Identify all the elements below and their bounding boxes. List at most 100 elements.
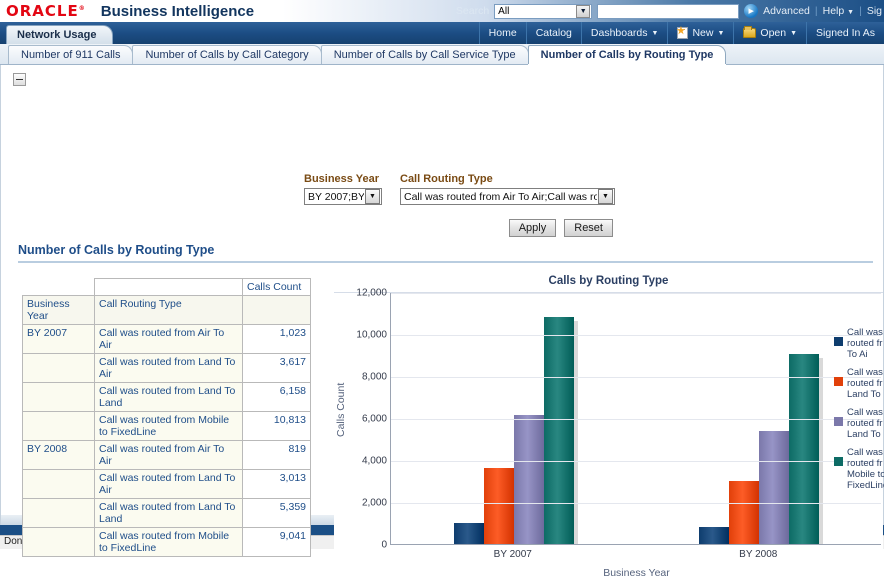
dashboard-page-tab[interactable]: Network Usage <box>6 25 114 44</box>
sign-out-link[interactable]: Sig <box>867 5 882 17</box>
search-input[interactable] <box>597 3 740 19</box>
chart-gridline <box>391 419 881 420</box>
chart-x-tick: BY 2008 <box>739 549 778 560</box>
cell-business-year: BY 2007 <box>22 324 95 354</box>
cell-calls-count: 9,041 <box>242 527 311 557</box>
chart-bar-shadow <box>818 358 823 544</box>
chart-title: Calls by Routing Type <box>548 275 669 287</box>
page-title: Number of Calls by Routing Type <box>18 243 215 257</box>
chevron-down-icon: ▼ <box>847 9 855 16</box>
chart-bar[interactable] <box>728 480 763 544</box>
search-scope-value: All <box>498 5 510 17</box>
cell-business-year <box>22 353 95 383</box>
new-document-icon <box>677 27 689 39</box>
cell-calls-count: 3,617 <box>242 353 311 383</box>
chart-legend-item[interactable]: Call wasrouted frMobile toFixedLine <box>834 447 884 491</box>
chart-bar[interactable] <box>453 522 488 544</box>
nav-signed-in-as[interactable]: Signed In As <box>807 22 884 44</box>
nav-new[interactable]: New ▼ <box>668 22 735 44</box>
chart-bar[interactable] <box>788 354 823 544</box>
chart-x-tick: BY 2007 <box>493 549 532 560</box>
cell-routing-type: Call was routed from Land To Air <box>94 353 243 383</box>
cell-routing-type: Call was routed from Air To Air <box>94 324 243 354</box>
cell-business-year <box>22 382 95 412</box>
nav-dashboards[interactable]: Dashboards ▼ <box>582 22 669 44</box>
chart-bar[interactable] <box>543 316 578 544</box>
prompt-call-routing-type: Call Routing Type Call was routed from A… <box>400 173 615 205</box>
business-year-select[interactable]: BY 2007;BY 20 ▼ <box>304 188 382 205</box>
chevron-down-icon[interactable]: ▼ <box>365 189 380 204</box>
nav-open[interactable]: Open ▼ <box>734 22 808 44</box>
advanced-link[interactable]: Advanced <box>763 5 810 17</box>
cell-calls-count: 6,158 <box>242 382 311 412</box>
minus-icon <box>16 79 23 80</box>
global-nav-links: Home Catalog Dashboards ▼ New ▼ Open ▼ Sign… <box>478 22 884 44</box>
chart-bar[interactable] <box>513 414 548 544</box>
search-scope-select[interactable]: All ▼ <box>494 3 593 19</box>
chart-legend-label: Call wasrouted fr AirTo Ai <box>847 327 884 360</box>
prompt-panel: Business Year BY 2007;BY 20 ▼ Call Routi… <box>304 173 615 237</box>
chart-bar[interactable] <box>698 526 733 544</box>
oracle-logo: ORACLE® <box>0 2 85 20</box>
trademark-mark: ® <box>78 5 85 12</box>
cell-business-year <box>22 498 95 528</box>
chevron-down-icon: ▼ <box>717 29 725 37</box>
global-nav-bar: Network Usage Home Catalog Dashboards ▼ N… <box>0 22 884 44</box>
call-routing-type-select[interactable]: Call was routed from Air To Air;Call was… <box>400 188 615 205</box>
tab-calls-by-call-service-type[interactable]: Number of Calls by Call Service Type <box>320 45 529 64</box>
collapse-section-toggle[interactable] <box>13 73 26 86</box>
chart-y-tick: 6,000 <box>361 413 387 425</box>
chart-legend-swatch <box>834 417 843 426</box>
corner-blank-cell-2 <box>94 278 243 296</box>
product-title: Business Intelligence <box>100 2 255 20</box>
business-year-value: BY 2007;BY 20 <box>308 190 364 203</box>
pivot-table: Calls Count Business Year Call Routing T… <box>22 278 311 557</box>
table-header-row-dims: Business Year Call Routing Type <box>22 295 311 325</box>
chart-y-tick: 10,000 <box>356 329 387 341</box>
tab-number-of-911-calls[interactable]: Number of 911 Calls <box>8 45 134 64</box>
application-header: ORACLE® Business Intelligence Search All… <box>0 0 884 22</box>
chart-legend-swatch <box>834 457 843 466</box>
reset-button[interactable]: Reset <box>564 219 613 237</box>
chart-x-axis-title: Business Year <box>603 567 670 579</box>
chart-legend-label: Call wasrouted frMobile toFixedLine <box>847 447 884 491</box>
chart-y-tick: 2,000 <box>361 497 387 509</box>
chart-bar[interactable] <box>758 431 793 544</box>
chart-legend-item[interactable]: Call wasrouted frLand To Land <box>834 407 884 440</box>
chart-gridline <box>391 377 881 378</box>
chart-plot-area <box>390 293 881 545</box>
chart-x-axis-ticks: BY 2007 BY 2008 <box>390 545 881 560</box>
chart-legend-item[interactable]: Call wasrouted fr AirTo Ai <box>834 327 884 360</box>
chevron-down-icon[interactable]: ▼ <box>576 4 591 18</box>
cell-business-year: BY 2008 <box>22 440 95 470</box>
help-menu[interactable]: Help ▼ <box>823 5 854 17</box>
header-utility-bar: Search All ▼ ▶ Advanced | Help ▼ | Sig <box>456 0 884 22</box>
pivot-table-container: Calls Count Business Year Call Routing T… <box>22 278 311 557</box>
separator: | <box>814 5 818 17</box>
table-row: Call was routed from Land To Land 6,158 <box>22 382 311 412</box>
table-row: Call was routed from Mobile to FixedLine… <box>22 411 311 441</box>
separator: | <box>859 5 862 17</box>
corner-blank-cell <box>22 278 95 296</box>
table-row: Call was routed from Land To Air 3,617 <box>22 353 311 383</box>
column-header-calls-count: Calls Count <box>242 278 311 296</box>
chart-gridline <box>391 503 881 504</box>
header-blank-cell <box>242 295 311 325</box>
cell-routing-type: Call was routed from Mobile to FixedLine <box>94 411 243 441</box>
apply-button[interactable]: Apply <box>508 219 557 237</box>
dashboard-content: Business Year BY 2007;BY 20 ▼ Call Routi… <box>0 65 884 579</box>
cell-routing-type: Call was routed from Land To Land <box>94 498 243 528</box>
go-arrow-icon[interactable]: ▶ <box>744 4 759 18</box>
tab-calls-by-call-category[interactable]: Number of Calls by Call Category <box>132 45 322 64</box>
chart-bar[interactable] <box>483 468 518 544</box>
nav-home[interactable]: Home <box>478 22 527 44</box>
chart-legend-item[interactable]: Call was routed fr Land To <box>834 367 884 400</box>
nav-catalog[interactable]: Catalog <box>527 22 582 44</box>
cell-calls-count: 5,359 <box>242 498 311 528</box>
report-tab-strip: Number of 911 Calls Number of Calls by C… <box>0 44 884 65</box>
tab-calls-by-routing-type[interactable]: Number of Calls by Routing Type <box>527 45 727 64</box>
chevron-down-icon[interactable]: ▼ <box>598 189 613 204</box>
chart-bar-shadow <box>573 320 578 544</box>
chart-y-axis-title: Calls Count <box>335 382 347 438</box>
column-header-call-routing-type: Call Routing Type <box>94 295 243 325</box>
